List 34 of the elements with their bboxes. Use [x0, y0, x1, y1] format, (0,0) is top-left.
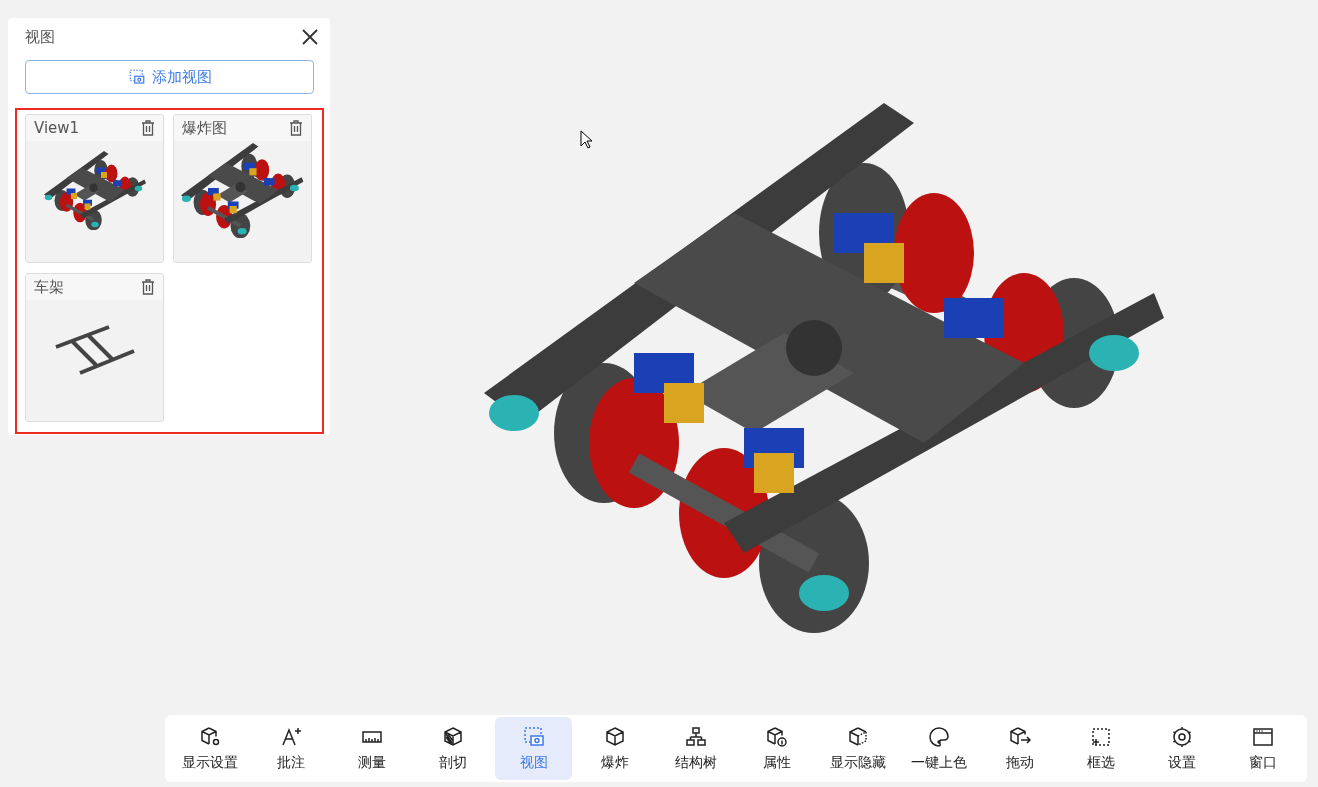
toolbar-button[interactable]: 一键上色 — [900, 717, 977, 780]
toolbar-button[interactable]: 批注 — [252, 717, 329, 780]
view-title: 爆炸图 — [182, 118, 227, 138]
view-title: View1 — [34, 119, 80, 137]
add-view-button[interactable]: 添加视图 — [25, 60, 314, 94]
toolbar-button[interactable]: 显示设置 — [171, 717, 248, 780]
toolbar-button[interactable]: 窗口 — [1224, 717, 1301, 780]
dashed-camera-icon — [127, 68, 146, 86]
palette-icon — [926, 725, 951, 749]
view-title: 车架 — [34, 277, 64, 297]
toolbar-button[interactable]: 显示隐藏 — [819, 717, 896, 780]
view-card[interactable]: View1 — [25, 114, 164, 263]
toolbar-button[interactable]: 拖动 — [981, 717, 1058, 780]
close-button[interactable] — [300, 27, 320, 47]
toolbar-button[interactable]: 结构树 — [657, 717, 734, 780]
toolbar-button[interactable]: 剖切 — [414, 717, 491, 780]
panel-title: 视图 — [25, 27, 55, 47]
hierarchy-icon — [683, 725, 708, 749]
pointer-icon — [580, 130, 592, 149]
toolbar-button[interactable]: 属性 — [738, 717, 815, 780]
toolbar-button[interactable]: 框选 — [1062, 717, 1139, 780]
toolbar-button[interactable]: 爆炸 — [576, 717, 653, 780]
trash-icon[interactable] — [141, 120, 155, 136]
trash-icon[interactable] — [289, 120, 303, 136]
dashed-camera-icon — [521, 725, 546, 749]
cube-info-icon — [764, 725, 789, 749]
window-icon — [1250, 725, 1275, 749]
view-card[interactable]: 爆炸图 — [173, 114, 312, 263]
view-card[interactable]: 车架 — [25, 273, 164, 422]
close-icon — [300, 27, 320, 47]
toolbar-button[interactable]: 视图 — [495, 717, 572, 780]
toolbar-button[interactable]: 测量 — [333, 717, 410, 780]
trash-icon[interactable] — [141, 279, 155, 295]
toolbar-button[interactable]: 设置 — [1143, 717, 1220, 780]
